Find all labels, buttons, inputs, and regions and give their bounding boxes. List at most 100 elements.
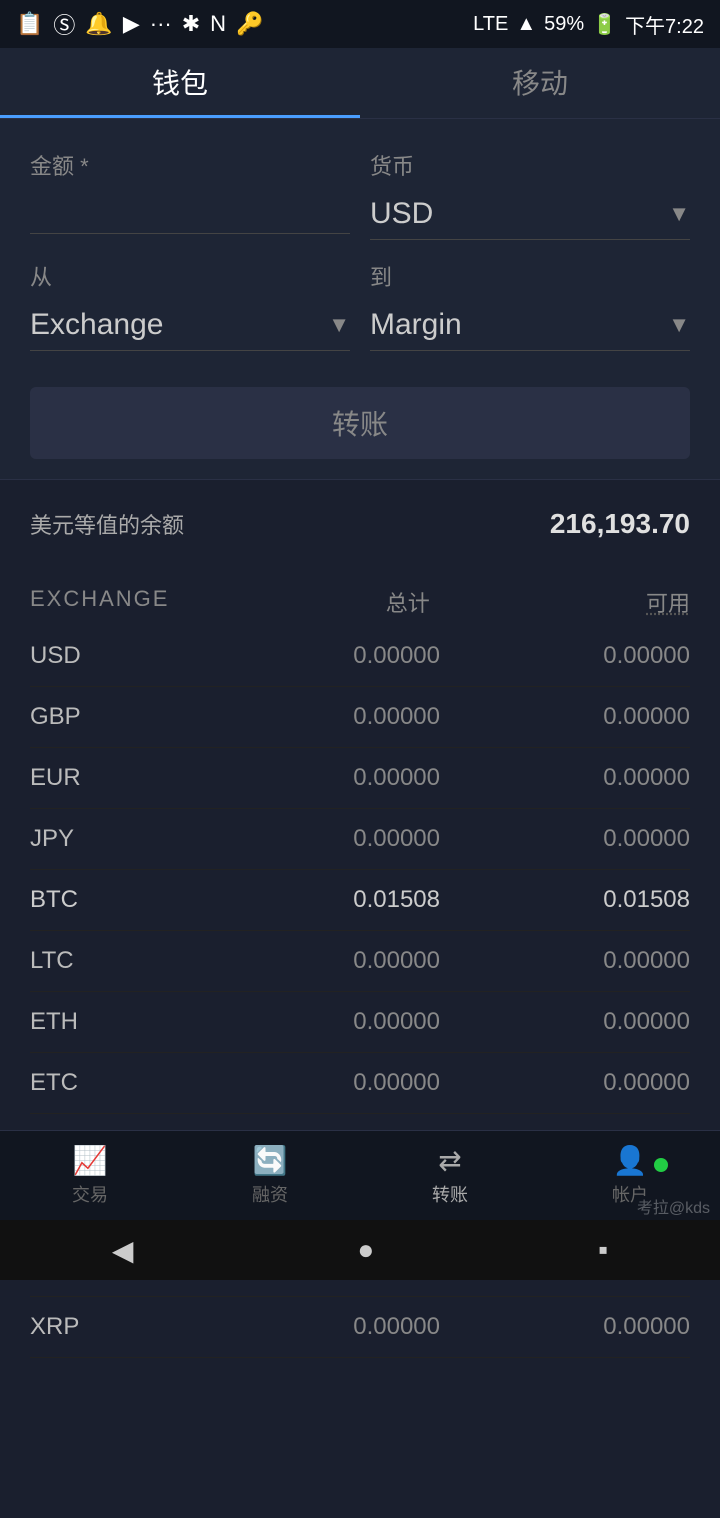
col-total-header: 总计 xyxy=(169,586,429,618)
s-icon: Ⓢ xyxy=(53,8,75,40)
table-row: ETC0.000000.00000 xyxy=(30,1053,690,1114)
currency-label: 货币 xyxy=(370,149,690,181)
currency-name: GBP xyxy=(30,703,190,731)
exchange-title: EXCHANGE xyxy=(30,586,169,618)
nav-funding[interactable]: 🔄 融资 xyxy=(180,1144,360,1207)
transfer-button[interactable]: 转账 xyxy=(30,387,690,459)
send-icon: ▶ xyxy=(123,11,140,37)
from-group: 从 Exchange ▼ xyxy=(30,260,350,351)
currency-total: 0.00000 xyxy=(190,1008,440,1036)
to-value: Margin xyxy=(370,308,668,342)
currency-name: USD xyxy=(30,642,190,670)
table-row: BTC0.015080.01508 xyxy=(30,870,690,931)
amount-label: 金额 * xyxy=(30,149,350,181)
to-dropdown-icon: ▼ xyxy=(668,312,690,338)
nav-trading[interactable]: 📈 交易 xyxy=(0,1144,180,1207)
currency-available: 0.00000 xyxy=(440,642,690,670)
currency-value: USD xyxy=(370,197,668,231)
top-tab-bar: 钱包 移动 xyxy=(0,48,720,119)
back-button[interactable]: ◀ xyxy=(112,1234,134,1267)
trading-icon: 📈 xyxy=(73,1144,108,1177)
from-select[interactable]: Exchange ▼ xyxy=(30,300,350,351)
nav-transfer[interactable]: ⇄ 转账 xyxy=(360,1144,540,1207)
key-icon: 🔑 xyxy=(236,11,263,37)
balance-value: 216,193.70 xyxy=(550,508,690,540)
col-available-header: 可用 xyxy=(430,586,690,618)
currency-available: 0.00000 xyxy=(440,703,690,731)
currency-available: 0.00000 xyxy=(440,1313,690,1341)
account-icon: 👤 xyxy=(613,1144,648,1177)
currency-group: 货币 USD ▼ xyxy=(370,149,690,240)
tab-wallet[interactable]: 钱包 xyxy=(0,48,360,118)
currency-total: 0.00000 xyxy=(190,825,440,853)
status-bar: 📋 Ⓢ 🔔 ▶ ··· ✱ N 🔑 LTE ▲ 59% 🔋 下午7:22 xyxy=(0,0,720,48)
table-row: ETH0.000000.00000 xyxy=(30,992,690,1053)
table-row: LTC0.000000.00000 xyxy=(30,931,690,992)
battery-icon: 🔋 xyxy=(592,12,617,37)
table-header: EXCHANGE 总计 可用 xyxy=(30,570,690,626)
table-row: JPY0.000000.00000 xyxy=(30,809,690,870)
balance-row: 美元等值的余额 216,193.70 xyxy=(30,508,690,540)
amount-input[interactable] xyxy=(30,189,350,234)
table-row: EUR0.000000.00000 xyxy=(30,748,690,809)
status-right-info: LTE ▲ 59% 🔋 下午7:22 xyxy=(473,10,704,39)
system-nav-bar: ◀ ● ▪ xyxy=(0,1220,720,1280)
currency-name: BTC xyxy=(30,886,190,914)
balance-section: 美元等值的余额 216,193.70 xyxy=(0,479,720,560)
status-left-icons: 📋 Ⓢ 🔔 ▶ ··· ✱ N 🔑 xyxy=(16,8,263,40)
table-row: USD0.000000.00000 xyxy=(30,626,690,687)
currency-select[interactable]: USD ▼ xyxy=(370,189,690,240)
currency-total: 0.01508 xyxy=(190,886,440,914)
currency-available: 0.00000 xyxy=(440,1008,690,1036)
dots-icon: ··· xyxy=(150,11,172,37)
nav-account[interactable]: 👤 帐户 xyxy=(540,1144,720,1207)
recents-button[interactable]: ▪ xyxy=(598,1234,608,1266)
transfer-label: 转账 xyxy=(432,1181,468,1207)
currency-name: JPY xyxy=(30,825,190,853)
transfer-form: 金额 * 货币 USD ▼ 从 Exchange ▼ 到 Margin ▼ xyxy=(0,119,720,479)
trading-label: 交易 xyxy=(72,1181,108,1207)
account-label: 帐户 xyxy=(612,1181,648,1207)
balance-label: 美元等值的余额 xyxy=(30,508,184,540)
form-top-row: 金额 * 货币 USD ▼ xyxy=(30,149,690,240)
tab-move[interactable]: 移动 xyxy=(360,48,720,118)
signal-lte: LTE xyxy=(473,13,508,36)
time-display: 下午7:22 xyxy=(625,10,704,39)
currency-total: 0.00000 xyxy=(190,1069,440,1097)
currency-total: 0.00000 xyxy=(190,642,440,670)
bluetooth-icon: ✱ xyxy=(182,11,200,37)
home-button[interactable]: ● xyxy=(357,1234,374,1266)
from-dropdown-icon: ▼ xyxy=(328,312,350,338)
funding-label: 融资 xyxy=(252,1181,288,1207)
account-dot xyxy=(654,1158,668,1172)
from-label: 从 xyxy=(30,260,350,292)
from-value: Exchange xyxy=(30,308,328,342)
currency-available: 0.00000 xyxy=(440,947,690,975)
table-row: GBP0.000000.00000 xyxy=(30,687,690,748)
table-row: XRP0.000000.00000 xyxy=(30,1297,690,1358)
currency-name: XRP xyxy=(30,1313,190,1341)
currency-total: 0.00000 xyxy=(190,703,440,731)
bottom-nav: 📈 交易 🔄 融资 ⇄ 转账 👤 帐户 xyxy=(0,1130,720,1220)
currency-available: 0.01508 xyxy=(440,886,690,914)
currency-dropdown-icon: ▼ xyxy=(668,201,690,227)
doc-icon: 📋 xyxy=(16,11,43,37)
currency-name: ETC xyxy=(30,1069,190,1097)
currency-name: EUR xyxy=(30,764,190,792)
form-bottom-row: 从 Exchange ▼ 到 Margin ▼ xyxy=(30,260,690,351)
currency-available: 0.00000 xyxy=(440,825,690,853)
to-group: 到 Margin ▼ xyxy=(370,260,690,351)
to-select[interactable]: Margin ▼ xyxy=(370,300,690,351)
currency-total: 0.00000 xyxy=(190,1313,440,1341)
amount-group: 金额 * xyxy=(30,149,350,240)
currency-name: ETH xyxy=(30,1008,190,1036)
currency-available: 0.00000 xyxy=(440,764,690,792)
currency-total: 0.00000 xyxy=(190,764,440,792)
transfer-icon: ⇄ xyxy=(438,1144,461,1177)
battery-percent: 59% xyxy=(544,13,584,36)
currency-total: 0.00000 xyxy=(190,947,440,975)
nfc-icon: N xyxy=(210,11,226,37)
currency-available: 0.00000 xyxy=(440,1069,690,1097)
to-label: 到 xyxy=(370,260,690,292)
signal-bars: ▲ xyxy=(516,13,536,36)
